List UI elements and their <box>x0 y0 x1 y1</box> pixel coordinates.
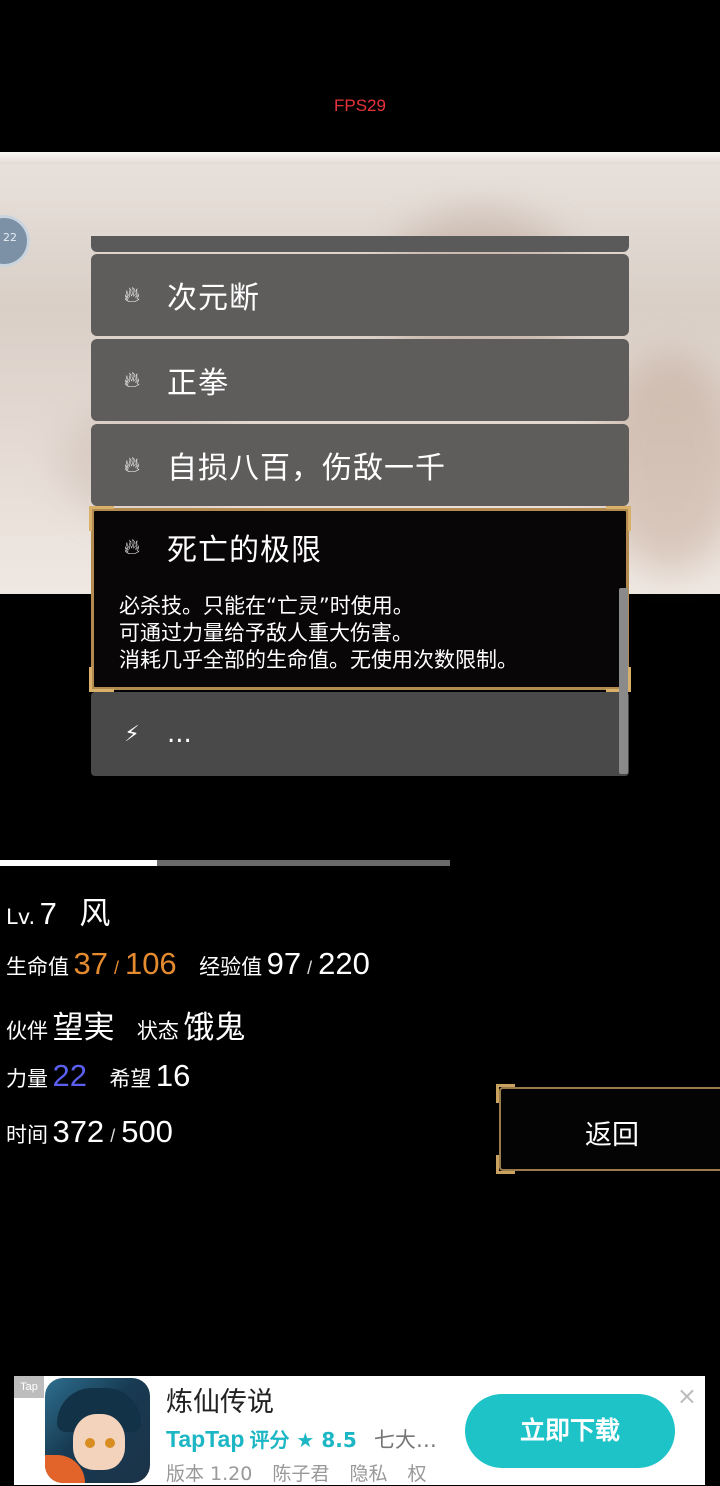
skill-name: 自损八百，伤敌一千 <box>167 451 446 486</box>
time-value: 372 <box>52 1114 105 1149</box>
hp-max: 106 <box>124 946 177 981</box>
skill-name: 次元断 <box>167 281 260 316</box>
ad-rating: 评分 ★ 8.5 <box>249 1428 357 1452</box>
time-max: 500 <box>121 1114 173 1149</box>
skill-name: 正拳 <box>167 366 229 401</box>
lightning-icon: ⚡︎ <box>124 721 140 747</box>
level-row: Lv. 7 风 <box>6 888 110 933</box>
time-slash: / <box>110 1126 116 1146</box>
skill-description: 必杀技。只能在“亡灵”时使用。 可通过力量给予敌人重大伤害。 消耗几乎全部的生命… <box>119 593 626 674</box>
ad-tagline: 七大… <box>373 1428 437 1452</box>
frame-corner <box>89 667 114 692</box>
ad-meta: 版本 1.20 陈子君 隐私 权 <box>166 1459 441 1486</box>
exp-label: 经验值 <box>199 955 263 979</box>
flame-icon: 🔥︎ <box>123 367 141 393</box>
partner-label: 伙伴 <box>6 1019 48 1043</box>
partner-value: 望実 <box>52 1010 115 1046</box>
frame-corner <box>89 506 114 531</box>
power-value: 22 <box>52 1058 87 1093</box>
tab-indicator-active <box>0 860 157 866</box>
ad-tag: Tap <box>14 1376 44 1398</box>
skill-list-top-edge <box>91 236 629 252</box>
skill-description-line: 可通过力量给予敌人重大伤害。 <box>119 621 413 645</box>
exp-max: 220 <box>318 946 370 981</box>
hp-slash: / <box>113 958 119 978</box>
ad-privacy[interactable]: 隐私 <box>349 1463 387 1485</box>
frame-corner <box>606 506 631 531</box>
ad-permissions[interactable]: 权 <box>408 1463 427 1485</box>
frame-corner <box>496 1084 515 1103</box>
skill-item-more[interactable]: ⚡︎ ... <box>91 692 629 776</box>
power-hope-row: 力量 22 希望 16 <box>6 1058 190 1094</box>
selected-skill-name: 死亡的极限 <box>167 533 322 568</box>
avatar-level: 22 <box>3 231 17 244</box>
ad-developer[interactable]: 陈子君 <box>272 1463 329 1485</box>
skill-description-line: 必杀技。只能在“亡灵”时使用。 <box>119 594 414 618</box>
exp-slash: / <box>307 958 313 978</box>
hope-value: 16 <box>155 1058 191 1093</box>
state-value: 饿鬼 <box>183 1010 246 1046</box>
hp-exp-row: 生命值 37/106 经验值 97/220 <box>6 946 370 982</box>
download-button[interactable]: 立即下载 <box>465 1394 675 1468</box>
tab-indicator[interactable] <box>0 860 450 866</box>
flame-icon: 🔥︎ <box>123 282 141 308</box>
ad-subtitle: TapTap 评分 ★ 8.5 七大… <box>166 1424 437 1454</box>
skill-item-1[interactable]: 🔥︎ 次元断 <box>91 254 629 336</box>
back-button-label: 返回 <box>585 1120 639 1151</box>
level-value: 7 <box>39 896 57 931</box>
game-app-icon[interactable] <box>45 1378 150 1483</box>
level-label: Lv. <box>6 905 36 929</box>
frame-corner <box>496 1155 515 1174</box>
hp-label: 生命值 <box>6 955 69 979</box>
ad-version: 版本 1.20 <box>166 1463 253 1485</box>
skill-description-line: 消耗几乎全部的生命值。无使用次数限制。 <box>119 648 518 672</box>
character-name: 风 <box>79 896 111 932</box>
exp-value: 97 <box>266 946 302 981</box>
skill-item-3[interactable]: 🔥︎ 自损八百，伤敌一千 <box>91 424 629 506</box>
ad-title: 炼仙传说 <box>166 1387 274 1418</box>
partner-state-row: 伙伴 望実 状态 饿鬼 <box>6 1002 245 1047</box>
fps-counter: FPS29 <box>334 96 386 115</box>
skill-list[interactable]: 🔥︎ 次元断 🔥︎ 正拳 🔥︎ 自损八百，伤敌一千 🔥︎ 死亡的极限 必杀技。只… <box>89 236 631 776</box>
skill-name: ... <box>167 719 192 749</box>
taptap-logo: TapTap <box>166 1426 245 1452</box>
close-icon[interactable]: × <box>677 1382 697 1410</box>
hope-label: 希望 <box>109 1067 152 1091</box>
hp-value: 37 <box>73 946 108 981</box>
state-label: 状态 <box>136 1019 179 1043</box>
back-button[interactable]: 返回 <box>496 1084 720 1174</box>
time-row: 时间 372/500 <box>6 1114 173 1150</box>
skill-list-scrollbar[interactable] <box>619 588 628 774</box>
skill-item-selected[interactable]: 🔥︎ 死亡的极限 必杀技。只能在“亡灵”时使用。 可通过力量给予敌人重大伤害。 … <box>89 506 631 692</box>
skill-item-2[interactable]: 🔥︎ 正拳 <box>91 339 629 421</box>
ad-banner[interactable]: Tap 炼仙传说 TapTap 评分 ★ 8.5 七大… 版本 1.20 陈子君… <box>14 1376 705 1485</box>
time-label: 时间 <box>6 1123 48 1147</box>
flame-icon: 🔥︎ <box>123 534 141 560</box>
flame-icon: 🔥︎ <box>123 452 141 478</box>
power-label: 力量 <box>6 1067 48 1091</box>
